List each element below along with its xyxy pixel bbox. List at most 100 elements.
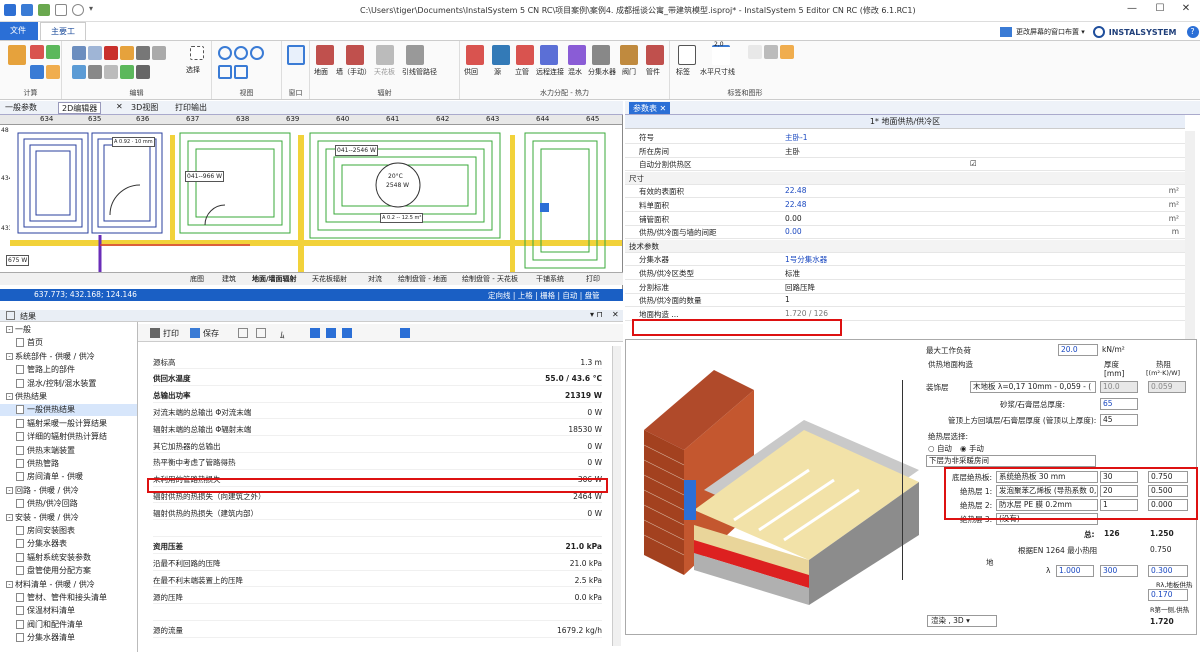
collapse-icon[interactable]: - [6, 513, 13, 521]
tree-item[interactable]: 辐射系统安装参数 [0, 552, 137, 564]
floor-plan-drawing[interactable] [10, 125, 623, 275]
room-label[interactable]: A 0.92 · 10 mm [112, 137, 155, 147]
cut-icon[interactable] [104, 46, 118, 60]
dimension-icon[interactable] [712, 45, 730, 65]
mixer-icon[interactable] [568, 45, 586, 65]
room-label[interactable]: 041--966 W [185, 171, 225, 182]
tree-item[interactable]: - 材料清单 - 供暖 / 供冷 [0, 579, 137, 591]
property-row[interactable]: 供热/供冷面与墙的间距 0.00 m [625, 226, 1185, 240]
tree-item[interactable]: 管材、管件和接头清单 [0, 592, 137, 604]
tree-item[interactable]: 阀门和配件清单 [0, 619, 137, 631]
zoom-out-icon[interactable] [234, 46, 248, 60]
collapse-icon[interactable]: - [6, 580, 13, 588]
remote-connect-icon[interactable] [540, 45, 558, 65]
pin-icon[interactable]: ▾ ⊓ [590, 310, 603, 319]
print-button[interactable]: 打印 [163, 328, 179, 339]
layer-tab[interactable]: 绘制盘管 - 地面 [398, 274, 447, 284]
above-pipe-input[interactable]: 45 [1100, 414, 1138, 426]
fitting-label[interactable]: 管件 [646, 67, 660, 77]
tree-item[interactable]: 供热末端装置 [0, 445, 137, 457]
riser-icon[interactable] [516, 45, 534, 65]
list-icon[interactable] [46, 65, 60, 79]
property-row[interactable]: 所在房间 主卧 [625, 145, 1185, 158]
layer-tab[interactable]: 对流 [368, 274, 382, 284]
ceiling-label[interactable]: 天花板 [374, 67, 395, 77]
max-load-input[interactable]: 20.0 [1058, 344, 1098, 356]
settings-icon[interactable] [72, 4, 84, 16]
help-button[interactable]: ? [1186, 26, 1199, 38]
tree-item[interactable]: 辐射采暖一般计算结果 [0, 418, 137, 430]
floor-heating-icon[interactable] [316, 45, 334, 65]
property-row[interactable]: 有效的表面积 22.48 m² [625, 185, 1185, 199]
property-value[interactable]: 标准 [785, 268, 800, 279]
property-value[interactable]: 0.00 [785, 227, 802, 236]
collapse-icon[interactable]: - [6, 393, 13, 400]
find-icon[interactable]: ﾑ [280, 328, 285, 341]
screed-input[interactable]: 65 [1100, 398, 1138, 410]
tab-3d-view[interactable]: 3D视图 [128, 102, 161, 114]
room-label[interactable]: 041--2546 W [335, 145, 378, 156]
property-row[interactable]: 自动分割供热区 ☑ [625, 158, 1185, 172]
tab-file[interactable]: 文件 [0, 22, 38, 40]
riser-label[interactable]: 立管 [515, 67, 529, 77]
collapse-icon[interactable]: - [6, 352, 13, 360]
close-button[interactable]: ✕ [1176, 3, 1196, 17]
save-icon[interactable] [190, 328, 200, 338]
property-value[interactable]: 主卧 [785, 146, 800, 157]
source-label[interactable]: 源 [494, 67, 501, 77]
property-value[interactable]: ☑ [970, 159, 977, 168]
mixer-label[interactable]: 混水 [568, 67, 582, 77]
tree-item[interactable]: - 一般 [0, 324, 137, 336]
collapse-icon[interactable]: - [6, 486, 13, 494]
snap-options[interactable]: 定向线 | 上格 | 栅格 | 自动 | 盘管 [488, 290, 600, 301]
layer-tab[interactable]: 建筑 [222, 274, 236, 284]
tab-param-table[interactable]: 参数表 ✕ [629, 102, 671, 114]
tree-item[interactable]: 首页 [0, 337, 137, 349]
ceiling-heating-icon[interactable] [376, 45, 394, 65]
tree-item[interactable]: 分集水器清单 [0, 632, 137, 644]
mirror-icon[interactable] [152, 46, 166, 60]
tree-item[interactable]: 房间安装图表 [0, 525, 137, 537]
report-scrollbar[interactable] [612, 346, 621, 646]
tree-item[interactable]: - 供热结果 [0, 391, 137, 403]
copy-icon[interactable] [88, 46, 102, 60]
two-page-icon[interactable] [342, 328, 352, 338]
select-icon[interactable] [190, 46, 204, 60]
window-icon[interactable] [287, 45, 305, 65]
label-tag-icon[interactable] [678, 45, 696, 65]
property-row[interactable]: 铺管面积 0.00 m² [625, 213, 1185, 226]
tree-item[interactable]: - 回路 - 供暖 / 供冷 [0, 485, 137, 497]
property-value[interactable]: 1.720 / 126 [785, 309, 828, 318]
ground-resistance[interactable]: 0.300 [1148, 565, 1188, 577]
drawing-canvas[interactable]: 634 635 636 637 638 639 640 641 642 643 … [0, 115, 623, 290]
supply-return-icon[interactable] [466, 45, 484, 65]
ungroup-icon[interactable] [120, 65, 134, 79]
property-value[interactable]: 22.48 [785, 186, 806, 195]
tree-item[interactable]: 分集水器表 [0, 538, 137, 550]
lambda-input[interactable]: 1.000 [1056, 565, 1094, 577]
report-icon[interactable] [30, 65, 44, 79]
layer-tab[interactable]: 打印 [586, 274, 600, 284]
property-scrollbar[interactable] [1185, 131, 1195, 339]
layer-tab[interactable]: 绘制盘管 - 天花板 [462, 274, 518, 284]
rotate-icon[interactable] [136, 46, 150, 60]
label-tag-label[interactable]: 标签 [676, 67, 690, 77]
property-value[interactable]: 1号分集水器 [785, 254, 827, 265]
floor-label[interactable]: 地面 [314, 67, 328, 77]
undo-icon[interactable] [72, 46, 86, 60]
grid-icon[interactable] [256, 328, 266, 338]
page-width-icon[interactable] [326, 328, 336, 338]
close-panel-icon[interactable]: ✕ [612, 310, 619, 319]
qa-dropdown-icon[interactable]: ▾ [89, 4, 93, 16]
table-icon[interactable] [46, 45, 60, 59]
tab-general-params[interactable]: 一般参数 [2, 102, 40, 114]
tree-item[interactable]: 保温材料清单 [0, 605, 137, 617]
manifold-label[interactable]: 分集水器 [588, 67, 616, 77]
paste-icon[interactable] [120, 46, 134, 60]
page-view-icon[interactable] [310, 328, 320, 338]
tree-item[interactable]: 管路上的部件 [0, 364, 137, 376]
wall-label[interactable]: 墙（手动） [336, 67, 371, 77]
tree-item[interactable]: - 系统部件 - 供暖 / 供冷 [0, 351, 137, 363]
property-section[interactable]: 尺寸 [625, 171, 1185, 185]
close-tab-icon[interactable]: ✕ [116, 102, 123, 111]
